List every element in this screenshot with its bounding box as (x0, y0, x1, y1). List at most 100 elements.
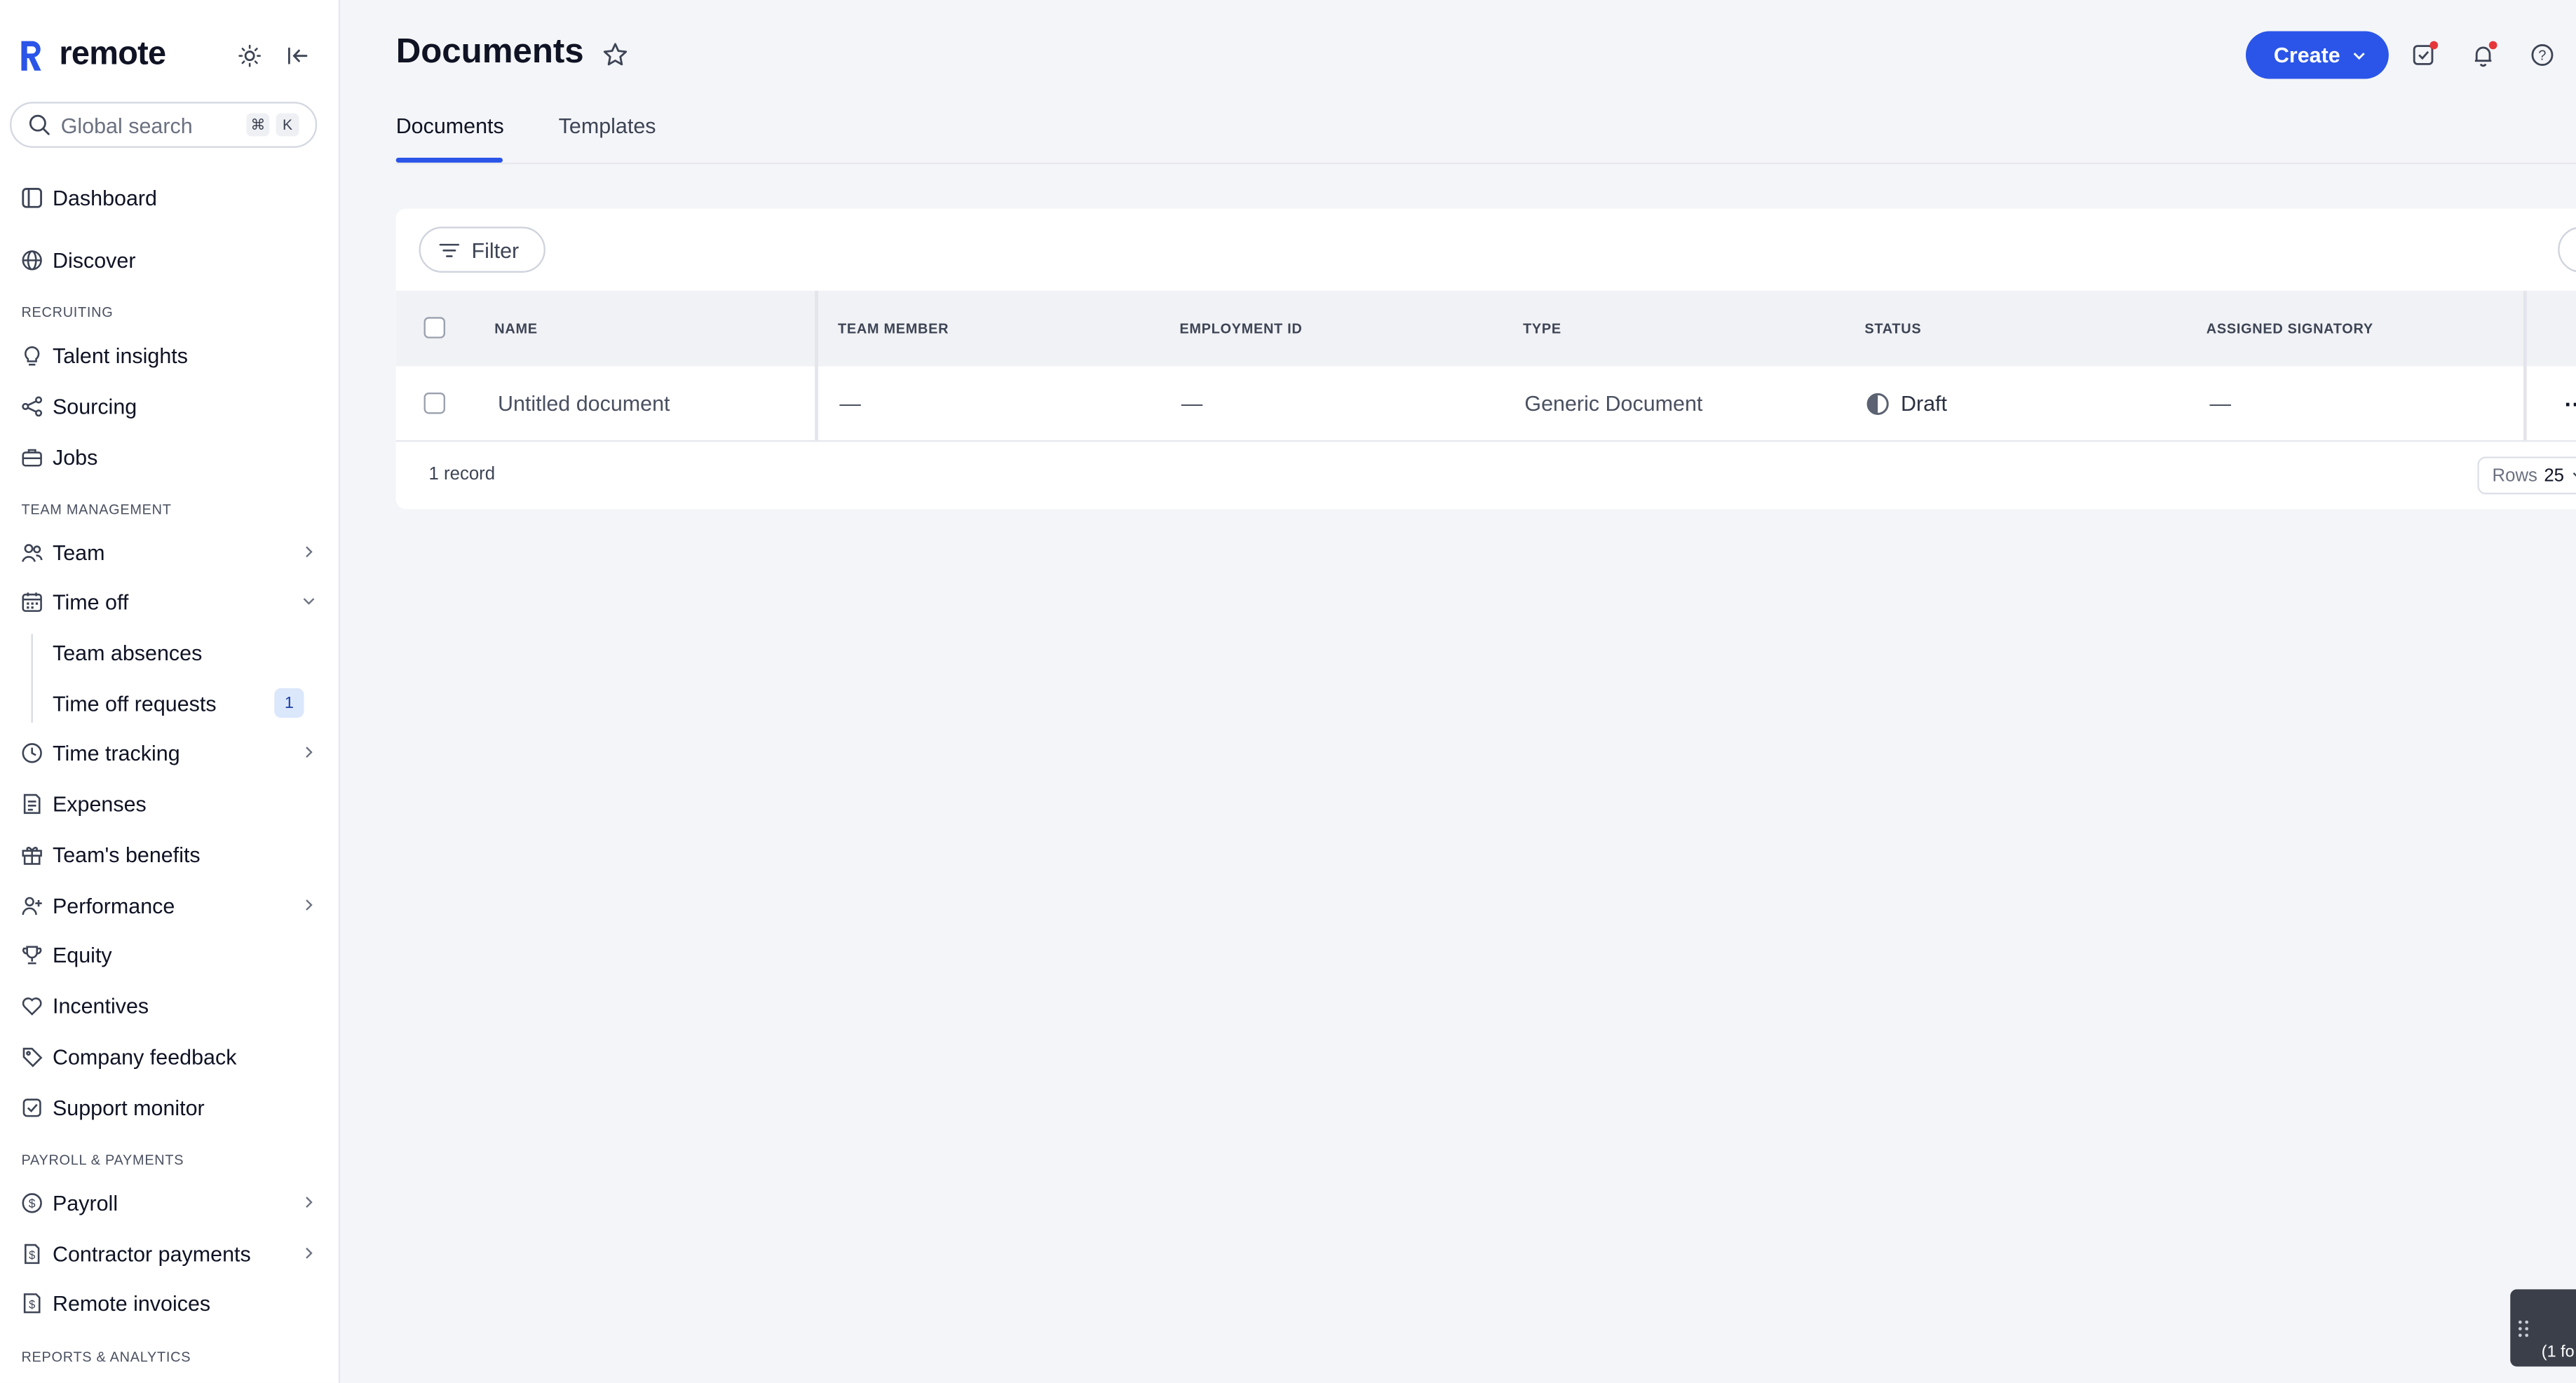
table-row[interactable]: Untitled document — — Generic Document D… (395, 367, 2576, 442)
sidebar-item-label: Jobs (52, 444, 98, 469)
draft-status-icon (1866, 393, 1890, 416)
sidebar-item-time-tracking[interactable]: Time tracking (0, 729, 339, 775)
sidebar-item-support-monitor[interactable]: Support monitor (0, 1084, 339, 1130)
column-header-team-member[interactable]: TEAM MEMBER (838, 320, 949, 336)
sidebar-item-contractor-payments[interactable]: $ Contractor payments (0, 1230, 339, 1276)
page-title: Documents (395, 32, 584, 71)
create-button-label: Create (2273, 42, 2340, 68)
sidebar-item-jobs[interactable]: Jobs (0, 434, 339, 480)
sidebar-item-sourcing[interactable]: Sourcing (0, 383, 339, 429)
chevron-right-icon (299, 742, 318, 762)
sidebar-item-label: Remote invoices (52, 1290, 211, 1315)
sidebar-item-expenses[interactable]: Expenses (0, 780, 339, 826)
bell-icon[interactable] (2469, 41, 2497, 69)
sidebar-item-dashboard[interactable]: Dashboard (0, 174, 339, 220)
theme-toggle-icon[interactable] (235, 41, 264, 71)
column-header-status[interactable]: STATUS (1864, 320, 1921, 336)
sidebar-item-label: Incentives (52, 993, 149, 1018)
sidebar-item-team-absences[interactable]: Team absences (0, 629, 339, 675)
active-tab-indicator (395, 157, 503, 163)
column-header-employment-id[interactable]: EMPLOYMENT ID (1179, 320, 1302, 336)
documents-table-card: Filter NAME TEAM MEMBER EMPLOYMENT ID TY… (395, 208, 2576, 510)
global-search[interactable]: Global search ⌘ K (10, 102, 318, 148)
row-checkbox[interactable] (423, 393, 445, 414)
tag-icon (20, 1044, 43, 1068)
brand-logo[interactable]: remote (16, 36, 166, 74)
sidebar-item-teams-benefits[interactable]: Team's benefits (0, 831, 339, 878)
dashboard-icon (20, 186, 43, 209)
sidebar-item-label: Dashboard (52, 184, 158, 210)
cell-type: Generic Document (1524, 390, 1703, 416)
sidebar-item-incentives[interactable]: Incentives (0, 982, 339, 1028)
sidebar-item-time-off[interactable]: Time off (0, 578, 339, 625)
heart-icon (20, 994, 43, 1017)
sidebar-item-label: Discover (52, 247, 136, 272)
sidebar-item-team[interactable]: Team (0, 529, 339, 575)
help-icon[interactable]: ? (2528, 41, 2556, 69)
record-count: 1 record (428, 465, 496, 485)
section-label-team-management: TEAM MANAGEMENT (21, 500, 172, 518)
sidebar-item-discover[interactable]: Discover (0, 236, 339, 282)
tasks-icon[interactable] (2410, 41, 2439, 69)
floating-widget[interactable]: (1 fo (2510, 1289, 2576, 1367)
tab-documents[interactable]: Documents (396, 114, 504, 138)
rows-value: 25 (2544, 465, 2565, 486)
chevron-right-icon (299, 1192, 318, 1212)
lightbulb-icon (20, 343, 43, 367)
sidebar-item-company-feedback[interactable]: Company feedback (0, 1033, 339, 1079)
people-icon (20, 540, 43, 564)
sidebar-item-label: Expenses (52, 791, 147, 816)
column-header-assigned-signatory[interactable]: ASSIGNED SIGNATORY (2206, 320, 2373, 336)
sidebar-item-label: Payroll (52, 1190, 118, 1215)
select-all-checkbox[interactable] (423, 317, 445, 339)
remote-logo-icon (16, 37, 46, 74)
monitor-icon (20, 1096, 43, 1119)
svg-text:?: ? (2538, 48, 2546, 64)
column-header-name[interactable]: NAME (494, 320, 537, 336)
tab-templates[interactable]: Templates (559, 114, 656, 138)
sidebar-item-label: Time off (52, 589, 129, 614)
notification-dot (2488, 41, 2497, 50)
filter-button[interactable]: Filter (419, 226, 545, 273)
star-icon[interactable] (602, 41, 630, 69)
sidebar-item-time-off-requests[interactable]: Time off requests 1 (0, 680, 339, 726)
column-header-type[interactable]: TYPE (1523, 320, 1561, 336)
svg-text:$: $ (28, 1248, 34, 1261)
chevron-down-icon (299, 592, 318, 611)
sidebar-item-label: Support monitor (52, 1094, 205, 1119)
sidebar-item-label: Talent insights (52, 342, 189, 367)
sidebar-item-remote-invoices[interactable]: $ Remote invoices (0, 1279, 339, 1326)
rows-label: Rows (2492, 465, 2537, 486)
filter-label: Filter (471, 237, 520, 262)
filter-icon (439, 239, 460, 260)
collapse-sidebar-icon[interactable] (283, 41, 312, 71)
sidebar: remote Global search ⌘ K Dashboard Disco… (0, 0, 341, 1383)
sidebar-item-label: Performance (52, 892, 175, 918)
row-actions-icon[interactable]: ·· (2565, 391, 2576, 417)
sidebar-item-payroll[interactable]: $ Payroll (0, 1179, 339, 1225)
drag-handle-icon[interactable] (2517, 1319, 2530, 1339)
rows-per-page-select[interactable]: Rows 25 (2477, 456, 2576, 495)
svg-text:$: $ (28, 1196, 35, 1210)
table-options-button[interactable] (2558, 226, 2576, 273)
user-plus-icon (20, 894, 43, 917)
sidebar-item-label: Sourcing (52, 393, 137, 418)
search-placeholder: Global search (60, 112, 193, 137)
sidebar-item-label: Time off requests (52, 690, 217, 716)
receipt-icon (20, 791, 43, 815)
cell-assigned-signatory: — (2209, 390, 2231, 416)
sidebar-item-performance[interactable]: Performance (0, 882, 339, 928)
sidebar-item-equity[interactable]: Equity (0, 932, 339, 978)
sidebar-item-label: Team absences (52, 639, 203, 665)
cell-name[interactable]: Untitled document (498, 391, 670, 416)
chevron-down-icon (2570, 468, 2576, 483)
cell-team-member: — (839, 390, 861, 416)
cell-employment-id: — (1181, 390, 1203, 416)
sidebar-item-label: Equity (52, 941, 112, 967)
create-button[interactable]: Create (2246, 31, 2389, 79)
sidebar-item-talent-insights[interactable]: Talent insights (0, 332, 339, 378)
trophy-icon (20, 943, 43, 966)
count-badge: 1 (274, 688, 304, 718)
globe-icon (20, 248, 43, 271)
sidebar-item-label: Team's benefits (52, 841, 201, 866)
